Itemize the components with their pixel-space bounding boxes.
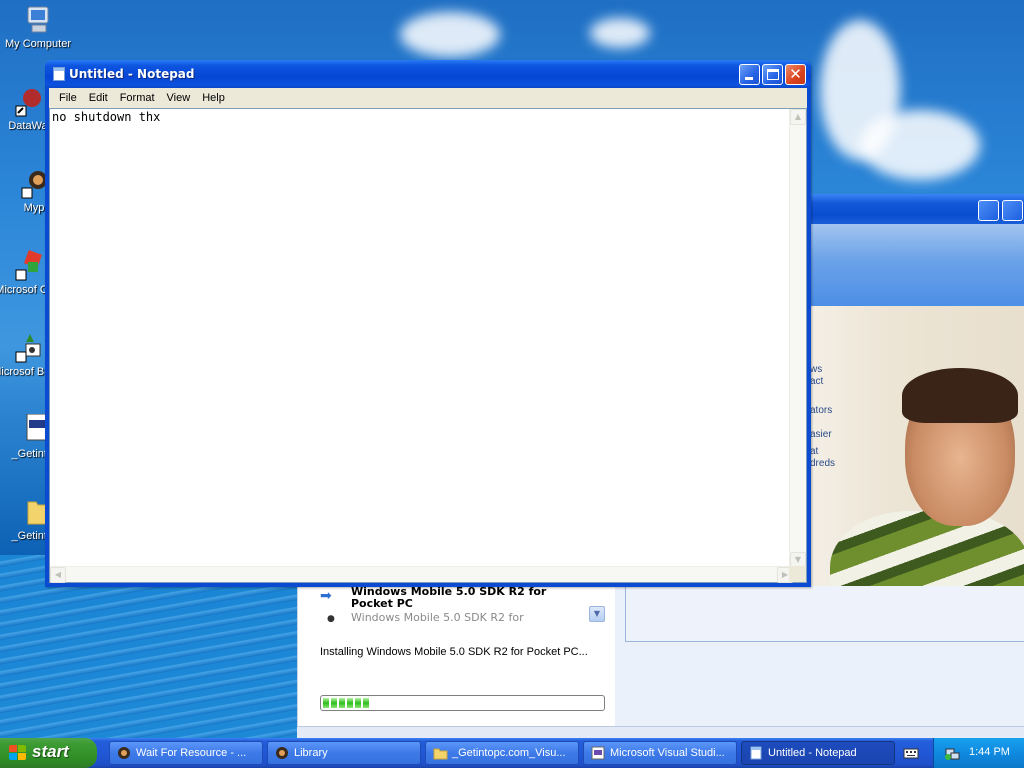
progress-segment [363,698,369,708]
menu-view[interactable]: View [161,88,197,108]
menu-edit[interactable]: Edit [83,88,114,108]
arrow-right-icon: ➡ [320,588,332,604]
install-progress-bar [320,695,605,711]
keyboard-icon[interactable] [903,746,919,760]
menu-format[interactable]: Format [114,88,161,108]
start-button[interactable]: start [0,738,97,768]
installer-maximize-button[interactable] [1002,200,1023,221]
installer-window-header [810,194,1024,306]
folder-icon [433,746,448,760]
scroll-up-button[interactable]: ▲ [790,109,806,125]
progress-fill [323,698,602,708]
maximize-button[interactable] [762,64,783,85]
progress-segment [339,698,345,708]
progress-segment [331,698,337,708]
notepad-icon [53,67,65,81]
taskbar-item-notepad[interactable]: Untitled - Notepad [741,741,895,765]
installer-minimize-button[interactable] [978,200,999,221]
banner-person-hair [902,368,1018,423]
visual-cpp-icon [12,250,44,282]
menu-help[interactable]: Help [196,88,231,108]
installer-progress-panel: ➡ Windows Mobile 5.0 SDK R2 for Pocket P… [297,586,615,738]
banner-text: dreds [810,458,836,469]
computer-icon [22,4,54,36]
taskbar-item-wait-for-resource[interactable]: Wait For Resource - ... [109,741,263,765]
installer-frame [625,586,1024,642]
notepad-icon [749,746,764,760]
progress-segment [355,698,361,708]
banner-text: at [810,446,819,457]
resize-grip-icon[interactable] [789,566,806,582]
minimize-icon [745,77,753,80]
banner-text: ws [810,364,823,375]
install-item-title: Windows Mobile 5.0 SDK R2 for Pocket PC [351,585,547,610]
system-tray: 1:44 PM [933,738,1024,768]
menu-bar: File Edit Format View Help [49,88,807,108]
app-shortcut-icon [12,86,44,118]
desktop-icon-my-computer[interactable]: My Computer [0,4,76,51]
cloud [590,18,650,48]
bullet-icon: ● [327,614,335,624]
network-icon[interactable] [944,745,960,761]
taskbar: start Wait For Resource - ... Library _G… [0,738,1024,768]
visual-basic-icon [12,332,44,364]
installer-icon [591,746,606,760]
taskbar-item-library[interactable]: Library [267,741,421,765]
close-button[interactable]: ✕ [785,64,806,85]
maximize-icon [767,69,779,80]
folder-icon [16,496,48,528]
cloud [860,110,980,180]
banner-text: asier [810,429,832,440]
close-icon: ✕ [789,65,802,83]
task-label: Microsoft Visual Studi... [610,747,725,759]
install-item-subtitle: Windows Mobile 5.0 SDK R2 for [351,611,524,624]
progress-segment [347,698,353,708]
banner-text: ators [810,405,833,416]
scroll-down-button[interactable]: ▼ [589,606,605,622]
progress-segment [323,698,329,708]
document-icon [16,413,48,446]
clock[interactable]: 1:44 PM [969,746,1010,758]
task-label: Untitled - Notepad [768,747,857,759]
install-status-text: Installing Windows Mobile 5.0 SDK R2 for… [320,646,588,658]
task-label: Wait For Resource - ... [136,747,247,759]
vertical-scrollbar[interactable]: ▲ ▼ [789,109,806,568]
task-label: _Getintopc.com_Visu... [452,747,566,759]
minimize-button[interactable] [739,64,760,85]
horizontal-scrollbar[interactable]: ◀ ▶ [50,566,793,583]
taskbar-item-getintopc-folder[interactable]: _Getintopc.com_Visu... [425,741,579,765]
scroll-left-button[interactable]: ◀ [50,567,66,583]
cloud [400,12,500,57]
installer-footer [297,726,1024,738]
task-label: Library [294,747,328,759]
start-label: start [32,742,69,761]
menu-file[interactable]: File [53,88,83,108]
notepad-window: Untitled - Notepad ✕ File Edit Format Vi… [45,60,811,587]
app-icon [117,746,132,760]
app-icon [275,746,290,760]
banner-text: act [810,376,824,387]
text-editor-area[interactable]: no shutdown thx ▲ ▼ ◀ ▶ [49,108,807,583]
editor-content[interactable]: no shutdown thx [52,110,160,124]
desktop-icon-label: My Computer [4,38,72,50]
taskbar-item-visual-studio[interactable]: Microsoft Visual Studi... [583,741,737,765]
windows-logo-icon [9,745,27,761]
installer-right-panel [615,586,1024,738]
window-title: Untitled - Notepad [69,67,195,81]
notepad-title-bar[interactable]: Untitled - Notepad ✕ [45,60,811,88]
